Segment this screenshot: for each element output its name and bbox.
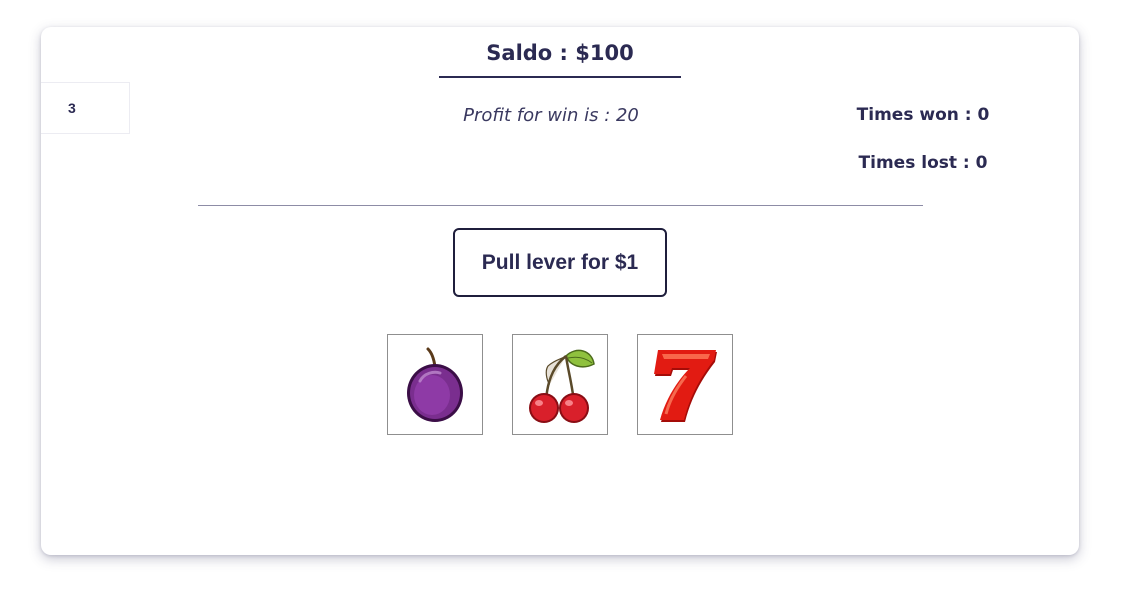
times-won: Times won : 0 (856, 105, 990, 125)
balance-heading: Saldo : $100 (439, 41, 681, 78)
profit-info: Profit for win is : 20 (463, 105, 639, 126)
spin-counter-value: 3 (68, 100, 76, 116)
divider (198, 205, 923, 206)
reel-1 (387, 334, 483, 435)
reel-2 (512, 334, 608, 435)
times-lost: Times lost : 0 (858, 153, 988, 173)
pull-lever-button[interactable]: Pull lever for $1 (453, 228, 667, 297)
spin-counter: 3 (41, 82, 130, 134)
plum-icon (407, 347, 463, 422)
seven-icon (654, 349, 717, 422)
cherry-icon (529, 349, 595, 423)
reel-3 (637, 334, 733, 435)
slot-machine-card: 3 Saldo : $100 Profit for win is : 20 Ti… (41, 27, 1079, 555)
